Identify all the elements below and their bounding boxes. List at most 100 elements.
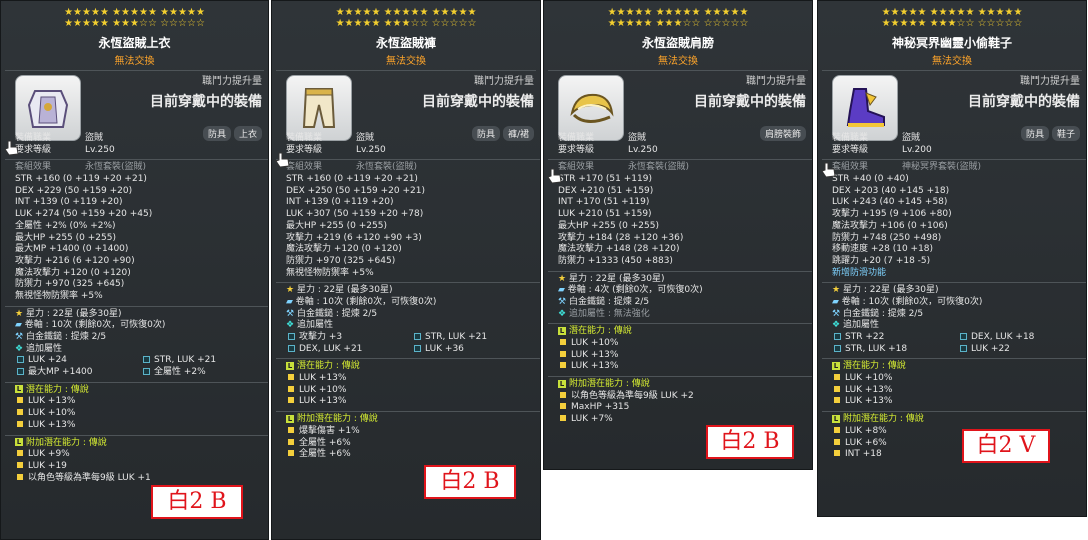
bonus-bullet-icon: [17, 356, 24, 364]
scroll-text: 卷軸 : 4次 (剩餘0次，可恢復0次): [567, 285, 703, 296]
star-icon: ★: [15, 308, 24, 319]
stat-line: 攻擊力 +195 (9 +106 +80): [832, 209, 952, 220]
item-info: 裝備職業 盜賊 要求等級 Lv.250 套組效果 永恆套裝(盜賊) STR +170 …: [544, 133, 812, 426]
bonus-bullet-icon: [288, 333, 295, 340]
hand-cursor-icon: [821, 162, 836, 178]
stat-line: INT +170 (51 +119): [558, 197, 650, 208]
bullet-icon: [288, 397, 294, 404]
bonus-bullet-icon: [414, 333, 421, 340]
potential-line: LUK +13%: [299, 396, 347, 407]
set-effect-label[interactable]: 套組效果: [558, 162, 612, 174]
power-increase-label: 職鬥力提升量: [474, 76, 534, 87]
stat-line: 移動速度 +28 (10 +18): [832, 244, 934, 255]
scroll-icon: ▰: [558, 285, 565, 296]
star-rating: ★★★★★ ★★★★★ ★★★★★ ★★★★★ ★★★☆☆ ☆☆☆☆☆: [818, 7, 1086, 29]
bullet-icon: [17, 420, 23, 427]
potential-icon: L: [558, 326, 566, 335]
potential-line: LUK +13%: [299, 373, 347, 384]
bullet-icon: [288, 426, 294, 433]
star-rating: ★★★★★ ★★★★★ ★★★★★ ★★★★★ ★★★☆☆ ☆☆☆☆☆: [544, 7, 812, 29]
add-potential-line: LUK +9%: [28, 449, 70, 460]
item-name: 神秘冥界幽靈小偷鞋子: [891, 36, 1012, 50]
hammer-text: 白金鐵鎚 : 提煉 2/5: [568, 296, 650, 307]
divider: [5, 70, 264, 71]
add-potential-line: 以角色等級為準每9級 LUK +2: [571, 390, 694, 401]
stat-line: STR +40 (0 +40): [832, 174, 909, 185]
hammer-icon: ⚒: [286, 308, 295, 319]
bullet-icon: [17, 450, 23, 457]
scroll-text: 卷軸 : 10次 (剩餘0次，可恢復0次): [295, 296, 437, 307]
bullet-icon: [17, 409, 23, 416]
star-row-2: ★★★★★ ★★★☆☆ ☆☆☆☆☆: [64, 18, 205, 29]
req-level-label: 要求等級: [832, 144, 869, 155]
bullet-icon: [560, 362, 566, 369]
currently-wearing-label: 目前穿戴中的裝備: [694, 94, 806, 110]
bonus-icon: ❖: [558, 308, 567, 319]
bonus-line: STR, LUK +18: [845, 343, 908, 354]
stat-line: STR +160 (0 +119 +20 +21): [286, 174, 418, 185]
hammer-icon: ⚒: [832, 308, 841, 319]
stat-line: STR +160 (0 +119 +20 +21): [15, 174, 147, 185]
bonus-bullet-icon: [143, 356, 150, 364]
stat-line: 最大HP +255 (0 +255): [558, 220, 659, 231]
set-effect-label[interactable]: 套組效果: [832, 162, 886, 174]
bonus-line: STR, LUK +21: [425, 332, 488, 342]
star-icon: ★: [832, 285, 841, 296]
bullet-icon: [17, 461, 23, 468]
potential-title: 潛在能力 : 傳說: [26, 384, 89, 395]
handwritten-label-stamp: 白2 B: [706, 425, 794, 459]
potential-title: 潛在能力 : 傳說: [569, 326, 632, 337]
job-value: 盜賊: [902, 133, 921, 143]
bonus-bullet-icon: [834, 344, 841, 352]
potential-line: LUK +13%: [28, 396, 76, 407]
bonus-line: LUK +36: [425, 343, 464, 354]
potential-line: LUK +13%: [571, 361, 619, 372]
add-potential-line: 全屬性 +6%: [299, 437, 351, 448]
untradable-label: 無法交換: [114, 56, 155, 67]
set-effect-label[interactable]: 套組效果: [15, 162, 69, 174]
item-name: 永恆盜賊上衣: [98, 36, 171, 50]
scroll-text: 卷軸 : 10次 (剩餘0次，可恢復0次): [24, 320, 166, 331]
set-effect-label[interactable]: 套組效果: [286, 162, 340, 174]
set-name: 永恆套裝(盜賊): [85, 162, 147, 173]
bonus-line: LUK +22: [971, 343, 1010, 354]
req-level-label: 要求等級: [15, 144, 52, 155]
stat-line: 跳躍力 +20 (7 +18 -5): [832, 255, 931, 266]
stat-line: 防禦力 +1333 (450 +883): [558, 255, 673, 266]
stat-line: STR +170 (51 +119): [558, 174, 652, 185]
item-name: 永恆盜賊肩膀: [641, 36, 714, 50]
bonus-line: STR, LUK +21: [154, 355, 217, 366]
bonus-bullet-icon: [960, 333, 967, 340]
stat-line: DEX +229 (50 +159 +20): [15, 185, 133, 196]
handwritten-label-stamp: 白2 B: [151, 485, 243, 519]
star-rating: ★★★★★ ★★★★★ ★★★★★ ★★★★★ ★★★☆☆ ☆☆☆☆☆: [1, 7, 268, 29]
bullet-icon: [834, 374, 840, 381]
potential-line: LUK +13%: [845, 384, 893, 395]
potential-line: LUK +13%: [28, 419, 76, 430]
divider: [276, 70, 536, 71]
starforce-text: 星力 : 22星 (最多30星): [296, 285, 393, 296]
star-row-1: ★★★★★ ★★★★★ ★★★★★: [881, 7, 1023, 18]
item-icon-shoes: [832, 75, 898, 141]
set-name: 永恆套裝(盜賊): [628, 162, 690, 173]
bonus-line: DEX, LUK +21: [299, 343, 363, 354]
bullet-icon: [288, 385, 294, 392]
bullet-icon: [834, 450, 840, 457]
potential-icon: L: [15, 385, 23, 394]
stat-line: 防禦力 +970 (325 +645): [15, 279, 125, 290]
bullet-icon: [560, 403, 566, 410]
stat-line: 魔法攻擊力 +120 (0 +120): [286, 244, 402, 255]
star-icon: ★: [558, 273, 567, 284]
bullet-icon: [834, 397, 840, 404]
job-label: 裝備職業: [558, 133, 595, 143]
req-level-value: Lv.250: [85, 144, 115, 155]
scroll-icon: ▰: [15, 320, 22, 331]
stat-line: 魔法攻擊力 +120 (0 +120): [15, 267, 131, 278]
untradable-label: 無法交換: [658, 56, 698, 67]
stat-line: 最大MP +1400 (0 +1400): [15, 244, 129, 255]
potential-title: 潛在能力 : 傳說: [843, 361, 906, 372]
potential-line: LUK +13%: [571, 349, 619, 360]
stat-line: INT +139 (0 +119 +20): [15, 197, 123, 208]
req-level-value: Lv.250: [356, 144, 386, 155]
item-icon-shoulder: [558, 75, 624, 141]
